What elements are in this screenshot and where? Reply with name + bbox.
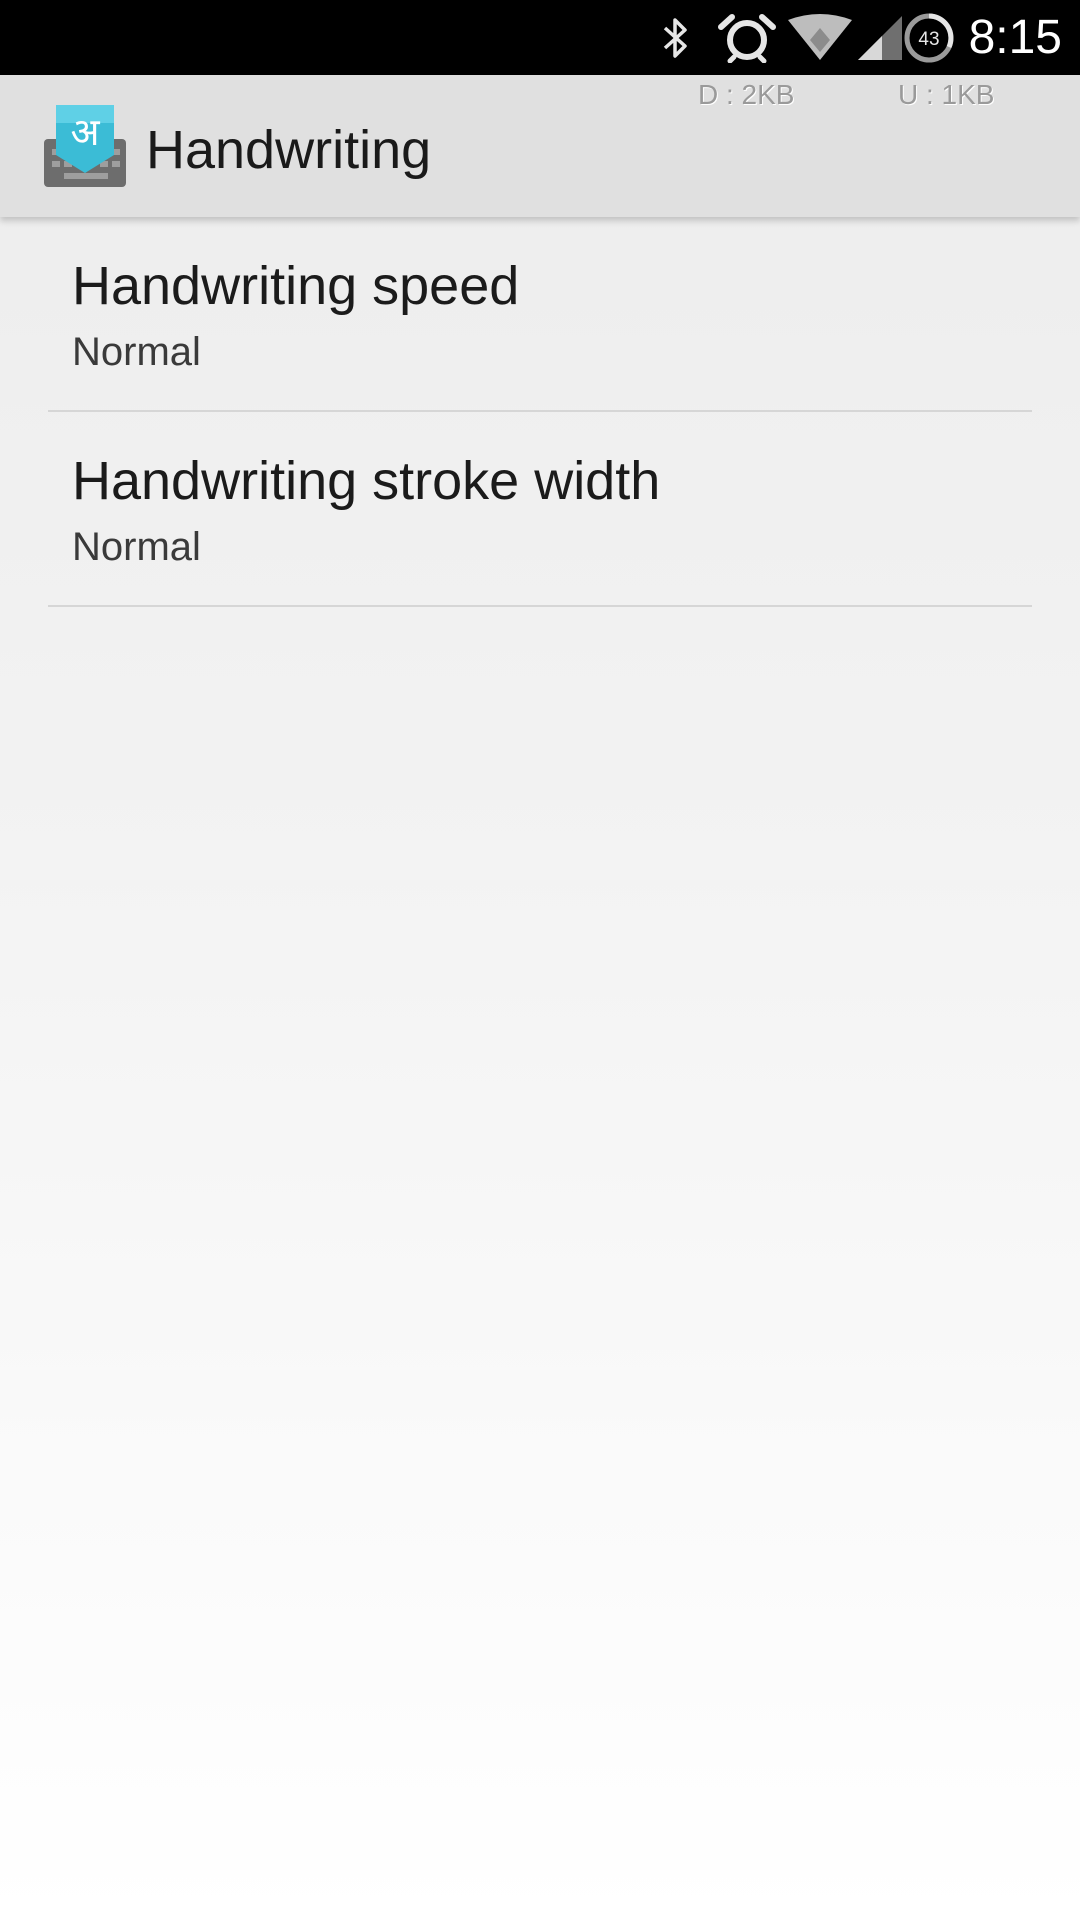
pref-title: Handwriting speed — [72, 256, 520, 316]
page-title: Handwriting — [146, 120, 432, 180]
handwriting-keyboard-icon[interactable]: अ — [42, 103, 128, 189]
pref-summary: Normal — [72, 330, 201, 374]
status-bar: 43 8:15 — [0, 0, 1080, 75]
status-clock: 8:15 — [968, 11, 1062, 64]
svg-text:अ: अ — [70, 110, 100, 154]
svg-text:43: 43 — [918, 29, 939, 50]
pref-handwriting-stroke-width[interactable]: Handwriting stroke width Normal — [48, 412, 1032, 607]
battery-icon: 43 — [902, 0, 956, 75]
bluetooth-icon — [655, 0, 695, 75]
alarm-icon — [716, 0, 778, 75]
traffic-upload: U : 1KB — [898, 79, 995, 110]
pref-summary: Normal — [72, 525, 201, 569]
traffic-download: D : 2KB — [698, 79, 795, 110]
pref-handwriting-speed[interactable]: Handwriting speed Normal — [48, 217, 1032, 412]
pref-title: Handwriting stroke width — [72, 451, 661, 511]
screen: 43 8:15 अ Handwriting D: 2KB U: 1KB Ha… — [0, 0, 1080, 1920]
wifi-icon — [786, 0, 904, 75]
settings-list: Handwriting speed Normal Handwriting str… — [0, 217, 1080, 607]
app-bar: अ Handwriting D : 2KB U : 1KB — [0, 75, 1080, 217]
